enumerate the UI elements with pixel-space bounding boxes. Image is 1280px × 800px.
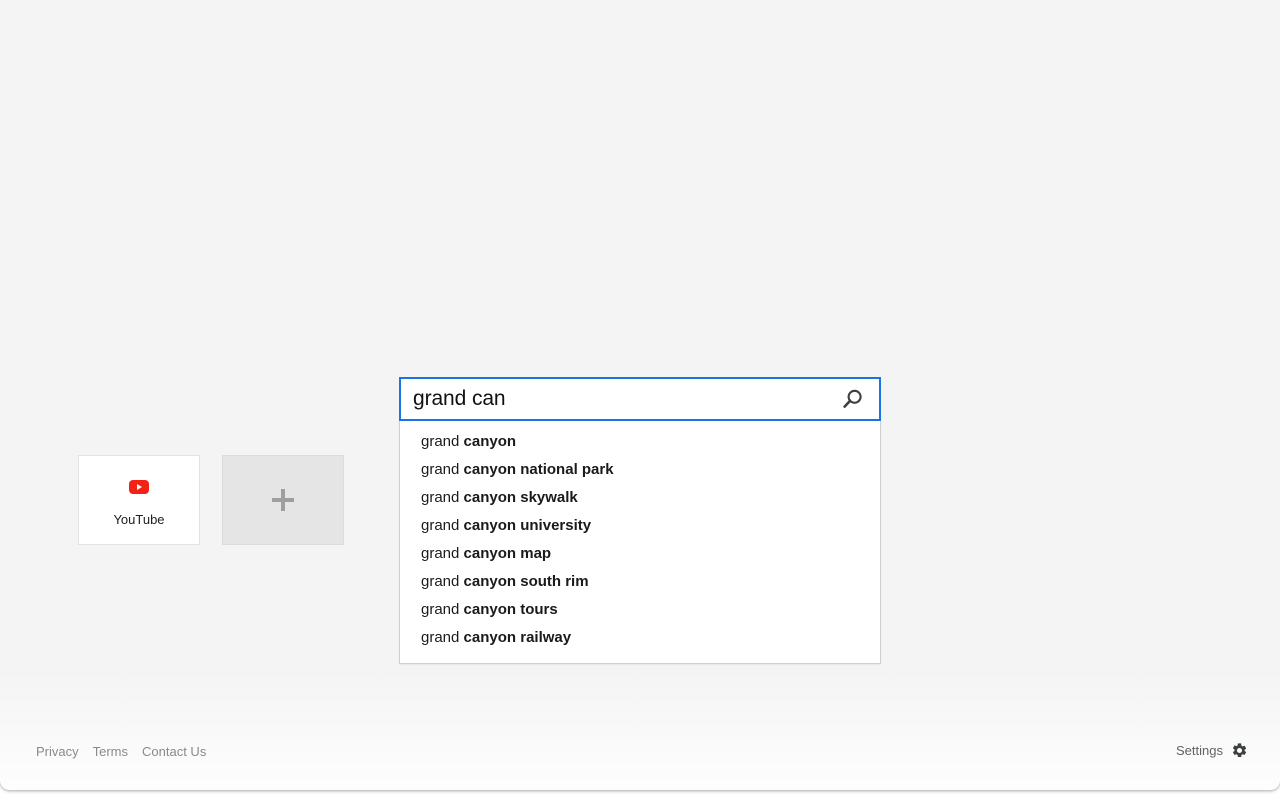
suggestion-completion: canyon tours xyxy=(463,601,558,618)
suggestion-item[interactable]: grand canyon map xyxy=(400,540,880,568)
footer-link-privacy[interactable]: Privacy xyxy=(36,744,79,759)
suggestion-completion: canyon national park xyxy=(463,461,614,478)
plus-icon xyxy=(272,487,294,513)
suggestion-completion: canyon university xyxy=(463,517,592,534)
youtube-icon xyxy=(129,474,149,500)
suggestion-item[interactable]: grand canyon railway xyxy=(400,624,880,652)
suggestion-prefix: grand xyxy=(421,573,464,590)
shortcut-tile-label: YouTube xyxy=(113,511,165,527)
suggestion-item[interactable]: grand canyon skywalk xyxy=(400,484,880,512)
footer-link-contact-us[interactable]: Contact Us xyxy=(142,744,206,759)
gear-icon[interactable] xyxy=(1231,742,1248,759)
suggestion-prefix: grand xyxy=(421,461,464,478)
suggestion-completion: canyon xyxy=(463,433,517,450)
footer-link-terms[interactable]: Terms xyxy=(93,744,128,759)
page-bottom-sheen xyxy=(0,670,1280,790)
suggestion-completion: canyon south rim xyxy=(463,573,589,590)
suggestion-item[interactable]: grand canyon south rim xyxy=(400,568,880,596)
suggestion-prefix: grand xyxy=(421,433,464,450)
suggestion-item[interactable]: grand canyon university xyxy=(400,512,880,540)
add-shortcut-button[interactable] xyxy=(222,455,344,545)
suggestion-item[interactable]: grand canyon tours xyxy=(400,596,880,624)
suggestion-completion: canyon map xyxy=(463,545,552,562)
shortcut-tiles: YouTube xyxy=(78,455,344,545)
search-box[interactable] xyxy=(399,377,881,421)
magnifier-icon xyxy=(842,389,862,408)
search-input[interactable] xyxy=(413,387,835,411)
suggestion-item[interactable]: grand canyon national park xyxy=(400,456,880,484)
search-suggestions-dropdown: grand canyon grand canyon national park … xyxy=(399,421,881,664)
suggestion-completion: canyon skywalk xyxy=(463,489,578,506)
footer-links: Privacy Terms Contact Us xyxy=(36,744,206,759)
settings-control[interactable]: Settings xyxy=(1176,742,1248,759)
suggestion-prefix: grand xyxy=(421,489,464,506)
suggestion-prefix: grand xyxy=(421,601,464,618)
suggestion-prefix: grand xyxy=(421,629,464,646)
search-submit-button[interactable] xyxy=(835,382,869,416)
suggestion-completion: canyon railway xyxy=(463,629,572,646)
suggestion-item[interactable]: grand canyon xyxy=(400,428,880,456)
suggestion-prefix: grand xyxy=(421,517,464,534)
new-tab-page: YouTube grand canyon grand canyon n xyxy=(0,0,1280,790)
settings-label: Settings xyxy=(1176,743,1223,758)
suggestion-prefix: grand xyxy=(421,545,464,562)
search-area: grand canyon grand canyon national park … xyxy=(399,377,881,664)
shortcut-tile-youtube[interactable]: YouTube xyxy=(78,455,200,545)
